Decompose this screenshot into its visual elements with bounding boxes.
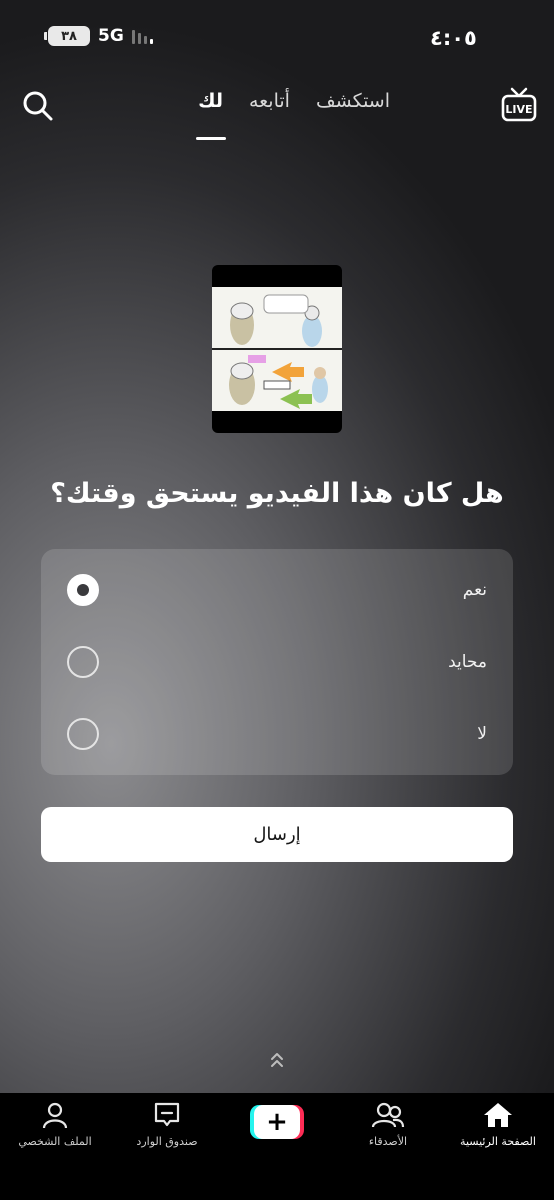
nav-profile[interactable]: الملف الشخصي xyxy=(0,1101,110,1148)
nav-inbox[interactable]: صندوق الوارد xyxy=(112,1101,222,1148)
swipe-up-icon xyxy=(269,1050,285,1070)
nav-label: الملف الشخصي xyxy=(18,1135,92,1148)
nav-home[interactable]: الصفحة الرئيسية xyxy=(443,1101,553,1148)
option-label: محايد xyxy=(448,652,487,672)
live-label: LIVE xyxy=(505,103,532,116)
network-type: 5G xyxy=(98,26,124,46)
live-tv-icon: LIVE xyxy=(501,87,537,122)
submit-button[interactable]: إرسال xyxy=(41,807,513,862)
bottom-nav: الصفحة الرئيسية الأصدقاء + صندوق الوارد … xyxy=(0,1093,554,1200)
create-icon: + xyxy=(254,1105,300,1139)
search-icon xyxy=(23,91,53,121)
nav-friends[interactable]: الأصدقاء xyxy=(333,1101,443,1148)
battery-level: ٣٨ xyxy=(61,28,77,44)
survey-question: هل كان هذا الفيديو يستحق وقتك؟ xyxy=(50,478,504,509)
inbox-icon xyxy=(154,1102,180,1127)
radio-icon[interactable] xyxy=(67,718,99,750)
profile-icon xyxy=(42,1102,68,1129)
option-no[interactable]: لا xyxy=(41,698,513,770)
radio-selected-icon[interactable] xyxy=(67,574,99,606)
signal-icon xyxy=(131,28,153,44)
radio-icon[interactable] xyxy=(67,646,99,678)
feed-tabs: استكشف أتابعه لك xyxy=(160,90,390,130)
video-thumbnail xyxy=(212,265,342,433)
survey-options: نعم محايد لا xyxy=(41,549,513,775)
nav-label: صندوق الوارد xyxy=(136,1135,198,1148)
tab-following[interactable]: أتابعه xyxy=(249,90,290,130)
status-indicators: ٣٨ 5G xyxy=(44,26,153,46)
comic-thumbnail-image xyxy=(212,287,342,411)
live-button[interactable]: LIVE xyxy=(500,86,538,124)
nav-label: الأصدقاء xyxy=(368,1135,408,1148)
home-icon xyxy=(484,1103,512,1127)
battery-icon: ٣٨ xyxy=(44,26,90,46)
nav-label: الصفحة الرئيسية xyxy=(460,1135,536,1148)
tab-for-you[interactable]: لك xyxy=(198,90,223,130)
option-yes[interactable]: نعم xyxy=(41,554,513,626)
search-button[interactable] xyxy=(22,90,54,122)
option-label: لا xyxy=(477,724,487,744)
option-label: نعم xyxy=(462,580,487,600)
option-neutral[interactable]: محايد xyxy=(41,626,513,698)
create-button[interactable]: + xyxy=(250,1105,304,1139)
tab-explore[interactable]: استكشف xyxy=(316,90,390,130)
friends-icon xyxy=(371,1102,405,1128)
status-time: ٤:٠٥ xyxy=(430,26,477,50)
